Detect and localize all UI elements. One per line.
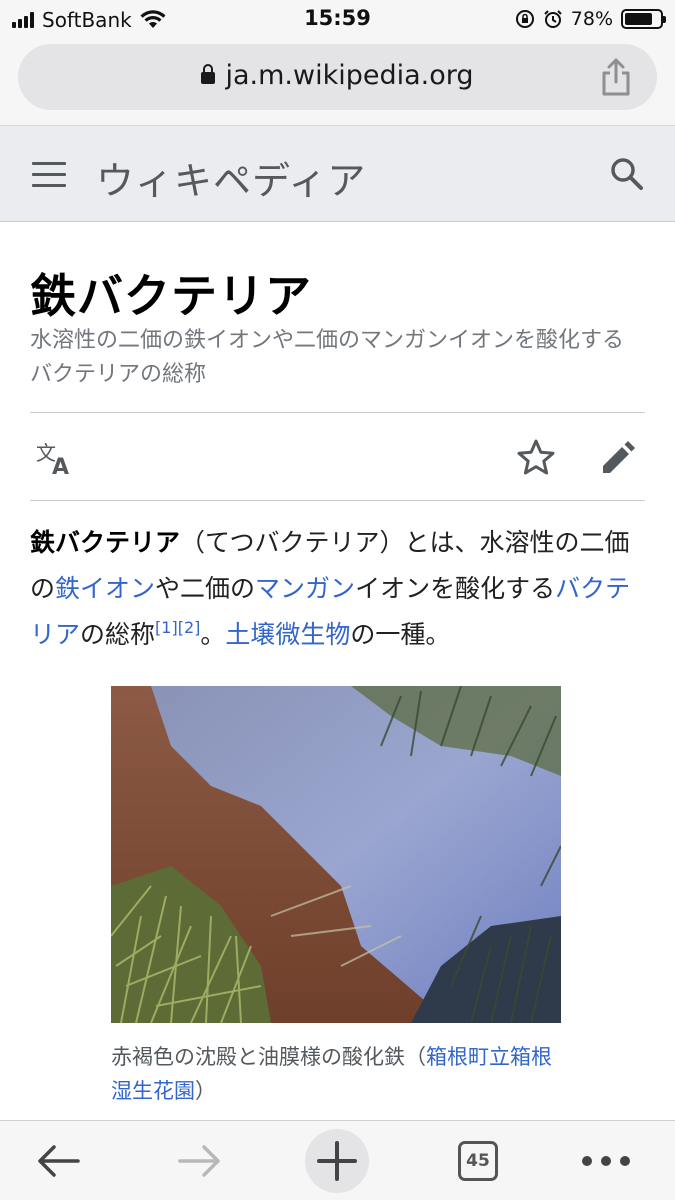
page-title: 鉄バクテリア bbox=[30, 269, 312, 323]
photo-illustration bbox=[111, 686, 561, 1023]
article-photo[interactable] bbox=[111, 686, 561, 1023]
plus-icon bbox=[317, 1141, 357, 1181]
watch-star-icon[interactable] bbox=[516, 438, 556, 478]
lead-text-4: の総称 bbox=[80, 620, 156, 649]
caption-text: 赤褐色の沈殿と油膜様の酸化鉄（ bbox=[111, 1045, 426, 1069]
menu-icon[interactable] bbox=[32, 162, 66, 188]
tab-count[interactable]: 45 bbox=[458, 1141, 498, 1181]
lock-icon bbox=[201, 64, 216, 84]
battery-icon bbox=[621, 9, 666, 29]
forward-button[interactable] bbox=[170, 1121, 230, 1200]
lead-text-5: 。 bbox=[200, 620, 226, 649]
search-icon[interactable] bbox=[609, 156, 645, 192]
lead-text-3: イオンを酸化する bbox=[355, 574, 556, 603]
tabs-button[interactable]: 45 bbox=[456, 1121, 500, 1200]
share-icon[interactable] bbox=[599, 58, 633, 96]
plus-circle[interactable] bbox=[305, 1129, 369, 1193]
page-description: 水溶性の二価の鉄イオンや二価のマンガンイオンを酸化するバクテリアの総称 bbox=[30, 328, 625, 387]
browser-address-area: ja.m.wikipedia.org bbox=[0, 40, 675, 126]
new-tab-button[interactable] bbox=[305, 1121, 369, 1200]
lead-paragraph: 鉄バクテリア（てつバクテリア）とは、水溶性の二価の鉄イオンや二価のマンガンイオン… bbox=[30, 520, 650, 658]
lead-text-6: の一種。 bbox=[350, 620, 451, 649]
divider-actions bbox=[30, 500, 645, 501]
bold-term: 鉄バクテリア bbox=[30, 528, 181, 557]
rotation-lock-icon bbox=[515, 10, 534, 28]
divider-top bbox=[30, 412, 645, 413]
language-icon[interactable]: 文 A bbox=[36, 440, 76, 476]
back-button[interactable] bbox=[28, 1121, 88, 1200]
battery-fill bbox=[625, 13, 652, 25]
forward-arrow-icon bbox=[178, 1145, 220, 1177]
lead-text-2: や二価の bbox=[155, 574, 256, 603]
alarm-icon bbox=[544, 10, 562, 28]
url-text[interactable]: ja.m.wikipedia.org bbox=[225, 60, 473, 91]
caption-close: ） bbox=[195, 1079, 216, 1103]
address-bar[interactable]: ja.m.wikipedia.org bbox=[18, 44, 657, 110]
address-text-wrap[interactable]: ja.m.wikipedia.org bbox=[18, 60, 657, 91]
battery-percent: 78% bbox=[570, 8, 613, 30]
reference-2[interactable]: [2] bbox=[178, 618, 201, 637]
status-bar: SoftBank 15:59 78% bbox=[0, 0, 675, 40]
svg-text:A: A bbox=[52, 455, 69, 476]
wiki-wordmark[interactable]: ウィキペディア bbox=[96, 150, 366, 205]
figure-caption: 赤褐色の沈殿と油膜様の酸化鉄（箱根町立箱根湿生花園） bbox=[111, 1040, 571, 1108]
more-menu-button[interactable] bbox=[578, 1121, 634, 1200]
browser-toolbar: 45 bbox=[0, 1120, 675, 1200]
wiki-header: ウィキペディア bbox=[0, 126, 675, 222]
reference-1[interactable]: [1] bbox=[155, 618, 178, 637]
more-dots-icon bbox=[582, 1156, 630, 1166]
status-right: 78% bbox=[515, 8, 666, 30]
back-arrow-icon bbox=[38, 1145, 80, 1177]
link-soil-microbe[interactable]: 土壌微生物 bbox=[225, 620, 350, 649]
link-manganese[interactable]: マンガン bbox=[255, 574, 355, 603]
link-iron-ion[interactable]: 鉄イオン bbox=[55, 574, 155, 603]
edit-pencil-icon[interactable] bbox=[600, 440, 636, 476]
